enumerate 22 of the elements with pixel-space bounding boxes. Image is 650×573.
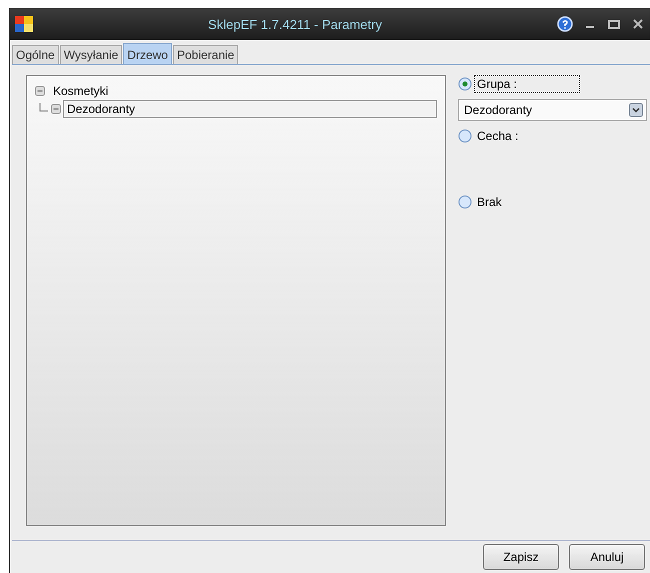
radio-label[interactable]: Cecha : — [474, 127, 522, 145]
tab[interactable]: Ogólne — [12, 45, 59, 64]
maximize-icon[interactable] — [607, 17, 621, 31]
help-icon[interactable] — [557, 16, 573, 32]
radio-button[interactable] — [458, 77, 472, 91]
window-title: SklepEF 1.7.4211 - Parametry — [207, 16, 383, 32]
app-icon — [15, 16, 33, 32]
close-icon[interactable] — [631, 17, 645, 31]
dialog-button[interactable]: Zapisz — [483, 544, 559, 570]
collapse-icon[interactable] — [51, 104, 61, 114]
radio-button[interactable] — [458, 129, 472, 143]
radio-button[interactable] — [458, 195, 472, 209]
tree-item[interactable]: Dezodoranty — [63, 100, 437, 118]
dialog-button[interactable]: Anuluj — [569, 544, 645, 570]
radio-label[interactable]: Grupa : — [474, 75, 580, 93]
tree-item[interactable]: Kosmetyki — [50, 83, 112, 99]
tab[interactable]: Drzewo — [123, 43, 172, 64]
tab[interactable]: Wysyłanie — [60, 45, 122, 64]
group-dropdown[interactable]: Dezodoranty — [458, 99, 647, 121]
tab[interactable]: Pobieranie — [172, 45, 238, 64]
radio-label[interactable]: Brak — [474, 193, 505, 211]
collapse-icon[interactable] — [35, 86, 45, 96]
